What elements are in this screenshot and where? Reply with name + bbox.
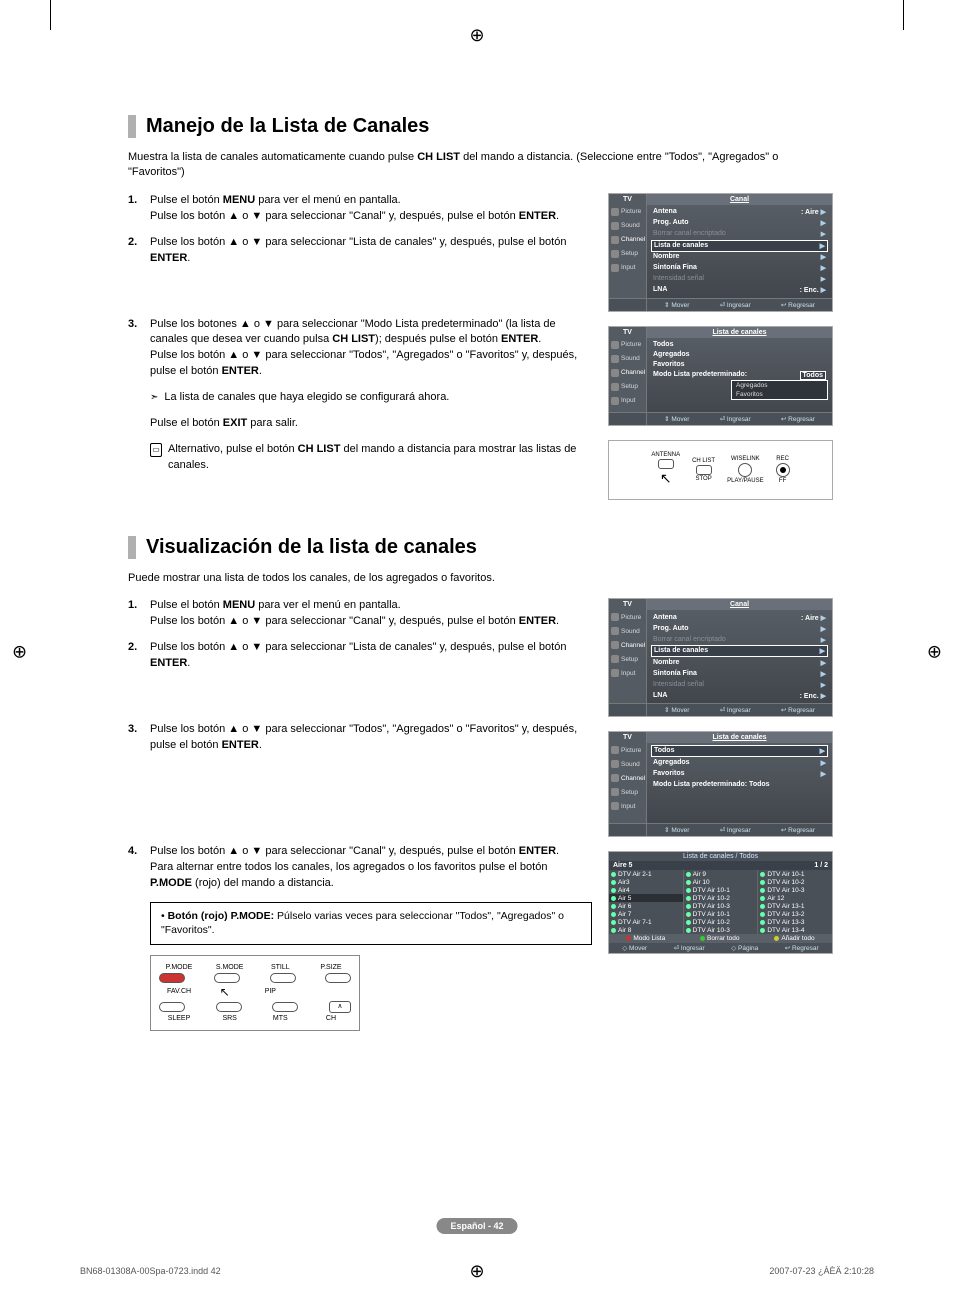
- channel-item: Air3: [609, 878, 683, 886]
- alt-note: ▭ Alternativo, pulse el botón CH LIST de…: [128, 442, 592, 474]
- channel-item: DTV Air 13-2: [758, 910, 832, 918]
- step-1-1: Pulse el botón MENU para ver el menú en …: [128, 193, 592, 225]
- channel-item: DTV Air 7-1: [609, 918, 683, 926]
- channel-item: DTV Air 10-3: [758, 886, 832, 894]
- channel-item: Air 8: [609, 926, 683, 934]
- channel-item: Air 9: [684, 870, 758, 878]
- channel-item: DTV Air 10-3: [684, 902, 758, 910]
- note-icon: ➣: [150, 391, 158, 406]
- exit-note: Pulse el botón EXIT para salir.: [128, 416, 592, 432]
- channel-item: Air 7: [609, 910, 683, 918]
- step-2-1: Pulse el botón MENU para ver el menú en …: [128, 598, 592, 630]
- channel-item: Air 6: [609, 902, 683, 910]
- channel-item: DTV Air 13-4: [758, 926, 832, 934]
- channel-item: DTV Air 10-2: [758, 878, 832, 886]
- note-1: ➣ La lista de canales que haya elegido s…: [128, 390, 592, 406]
- osd-lista-1: TV Lista de canales Picture Sound Channe…: [608, 326, 833, 426]
- channel-item: Air4: [609, 886, 683, 894]
- registration-mark-left: ⊕: [12, 642, 27, 663]
- channel-item: Air 12: [758, 894, 832, 902]
- channel-item: DTV Air 10-2: [684, 894, 758, 902]
- step-2-2: Pulse los botón ▲ o ▼ para seleccionar "…: [128, 640, 592, 672]
- step-2-3: Pulse los botón ▲ o ▼ para seleccionar "…: [128, 722, 592, 754]
- doc-footer: BN68-01308A-00Spa-0723.indd 42 2007-07-2…: [80, 1266, 874, 1276]
- channel-item: DTV Air 10-1: [758, 870, 832, 878]
- channel-item: DTV Air 10-2: [684, 918, 758, 926]
- section-1-title: Manejo de la Lista de Canales: [128, 115, 838, 138]
- channel-item: Air 10: [684, 878, 758, 886]
- osd-lista-2: TV Lista de canales Picture Sound Channe…: [608, 731, 833, 837]
- section-1-intro: Muestra la lista de canales automaticame…: [128, 150, 838, 181]
- section-2-intro: Puede mostrar una lista de todos los can…: [128, 571, 838, 586]
- page-number-badge: Español - 42: [436, 1218, 517, 1234]
- remote-key-icon: ▭: [150, 443, 162, 457]
- registration-mark-right: ⊕: [927, 642, 942, 663]
- channel-item: DTV Air 13-3: [758, 918, 832, 926]
- remote-diagram-2: P.MODE S.MODE STILL P.SIZE FAV.CH ↖ PIP: [150, 955, 360, 1031]
- channel-item: DTV Air 13-1: [758, 902, 832, 910]
- channel-list-grid: Lista de canales / Todos Aire 51 / 2 DTV…: [608, 851, 833, 954]
- registration-mark-top: ⊕: [469, 25, 484, 46]
- channel-item: DTV Air 10-3: [684, 926, 758, 934]
- channel-item: DTV Air 10-1: [684, 886, 758, 894]
- step-2-4: Pulse los botón ▲ o ▼ para seleccionar "…: [128, 844, 592, 892]
- osd-canal-1: TV Canal Picture Sound Channel Setup Inp…: [608, 193, 833, 312]
- pmode-tip: • Botón (rojo) P.MODE: Púlselo varias ve…: [150, 902, 592, 945]
- step-1-3: Pulse los botones ▲ o ▼ para seleccionar…: [128, 317, 592, 381]
- channel-item: DTV Air 2-1: [609, 870, 683, 878]
- channel-item: Air 5: [609, 894, 683, 902]
- osd-canal-2: TV Canal Picture Sound Channel Setup Inp…: [608, 598, 833, 717]
- channel-item: DTV Air 10-1: [684, 910, 758, 918]
- remote-diagram-1: ANTENNA↖ CH LISTSTOP WISELINKPLAY/PAUSE …: [608, 440, 833, 500]
- section-2-title: Visualización de la lista de canales: [128, 536, 838, 559]
- step-1-2: Pulse los botón ▲ o ▼ para seleccionar "…: [128, 235, 592, 267]
